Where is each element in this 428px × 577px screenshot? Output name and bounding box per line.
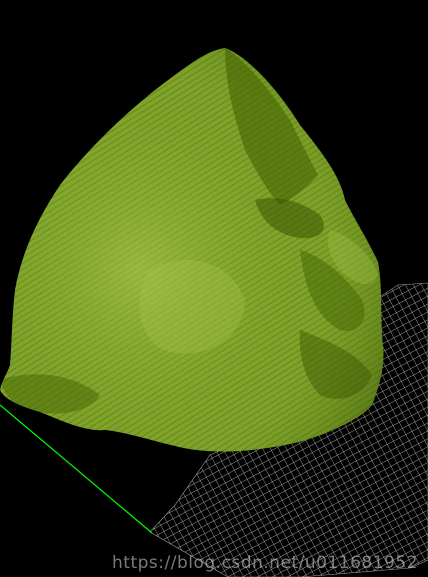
head-mesh[interactable] xyxy=(0,40,400,460)
3d-viewport[interactable]: https://blog.csdn.net/u011681952 xyxy=(0,0,428,577)
scene-canvas[interactable] xyxy=(0,0,428,577)
